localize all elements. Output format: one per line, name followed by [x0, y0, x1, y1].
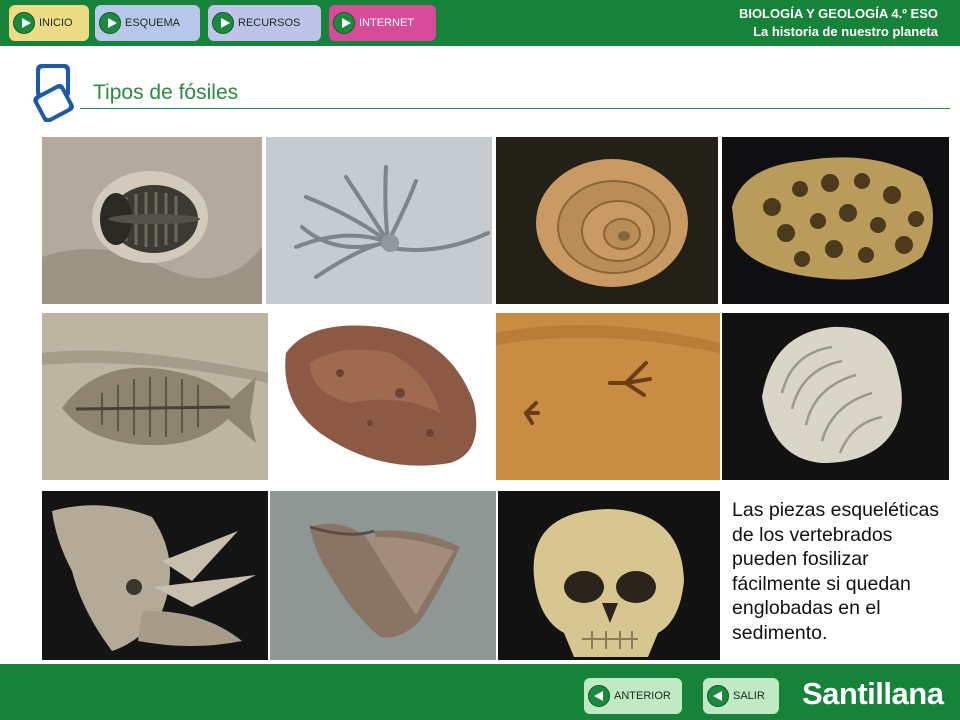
inicio-label: INICIO: [39, 17, 73, 29]
triceratops-skull-fossil-image: [42, 491, 268, 660]
recursos-button[interactable]: RECURSOS: [208, 5, 321, 41]
anterior-label: ANTERIOR: [614, 690, 671, 702]
description-text: Las piezas esqueléticas de los vertebrad…: [732, 499, 940, 644]
play-icon: [333, 12, 355, 34]
internet-label: INTERNET: [359, 17, 414, 29]
internet-button[interactable]: INTERNET: [329, 5, 436, 41]
crinoid-fossil-image: [266, 137, 492, 304]
screen-icon: [33, 64, 74, 122]
coprolite-fossil-image: [270, 313, 492, 480]
course-unit: La historia de nuestro planeta: [753, 24, 938, 39]
play-icon: [99, 12, 121, 34]
back-arrow-icon: [588, 685, 610, 707]
back-arrow-icon: [707, 685, 729, 707]
anterior-button[interactable]: ANTERIOR: [584, 678, 682, 714]
foraminifera-fossil-image: [722, 313, 949, 480]
shark-tooth-fossil-image: [270, 491, 496, 660]
course-header: BIOLOGÍA Y GEOLOGÍA 4.º ESO La historia …: [739, 5, 938, 41]
trilobite-fossil-image: [42, 137, 262, 304]
salir-button[interactable]: SALIR: [703, 678, 779, 714]
esquema-button[interactable]: ESQUEMA: [95, 5, 200, 41]
salir-label: SALIR: [733, 690, 765, 702]
page-title: Tipos de fósiles: [93, 81, 239, 104]
human-skull-fossil-image: [498, 491, 720, 660]
coral-fossil-image: [722, 137, 949, 304]
play-icon: [13, 12, 35, 34]
inicio-button[interactable]: INICIO: [9, 5, 89, 41]
esquema-label: ESQUEMA: [125, 17, 181, 29]
course-subject: BIOLOGÍA Y GEOLOGÍA 4.º ESO: [738, 6, 938, 21]
santillana-logo: Santillana: [802, 676, 944, 711]
recursos-label: RECURSOS: [238, 17, 301, 29]
ammonite-fossil-image: [496, 137, 718, 304]
fish-fossil-image: [42, 313, 268, 480]
title-divider: [80, 108, 950, 109]
play-icon: [212, 12, 234, 34]
footprint-fossil-image: [496, 313, 720, 480]
